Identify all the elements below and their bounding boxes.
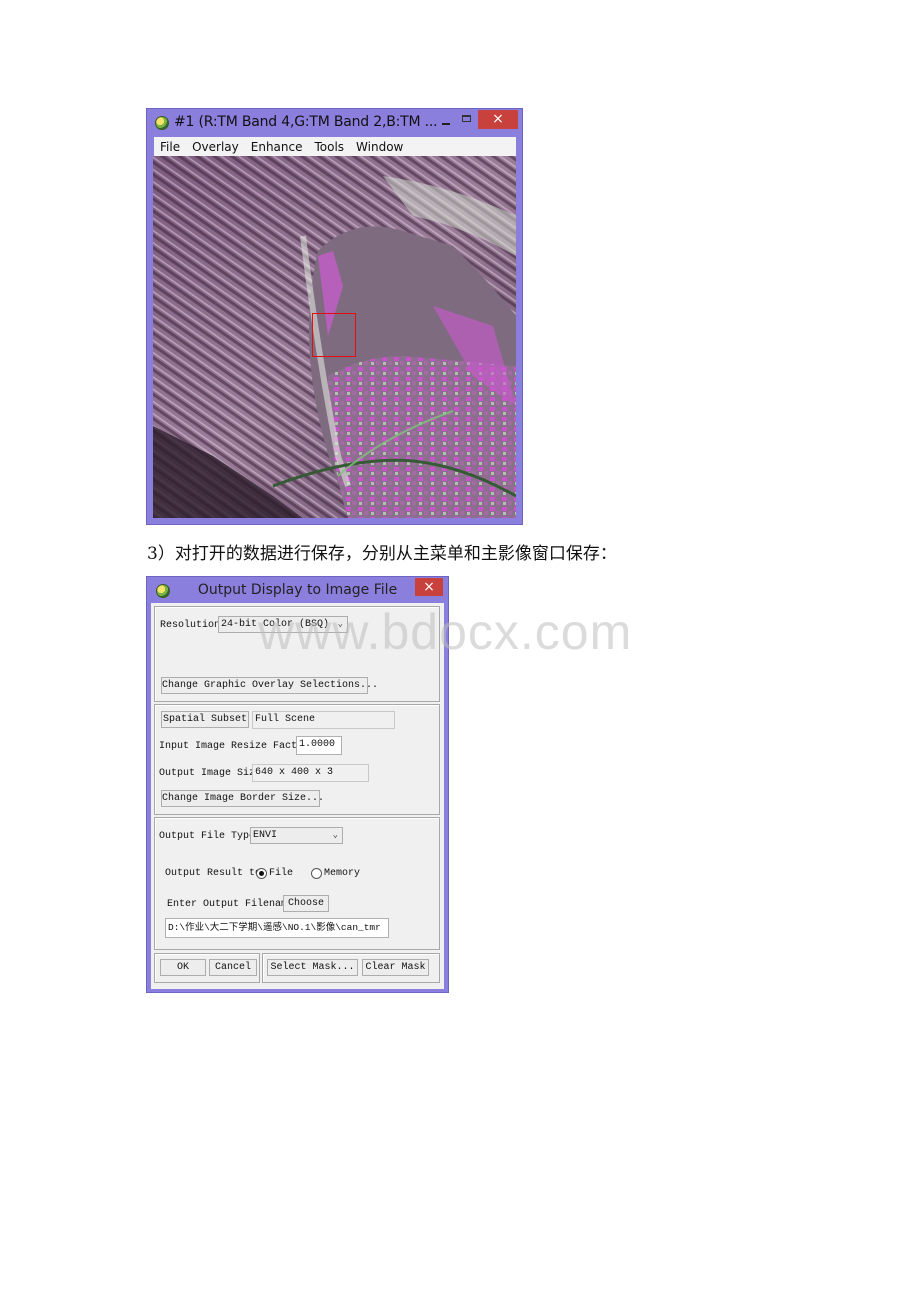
change-border-size-button[interactable]: Change Image Border Size... — [161, 790, 324, 807]
cancel-button[interactable]: Cancel — [209, 959, 257, 976]
output-display-dialog: Output Display to Image File × Resolutio… — [146, 576, 449, 993]
subset-panel: Spatial Subset Full Scene Input Image Re… — [154, 704, 440, 815]
output-size-label: Output Image Size — [159, 768, 262, 779]
ok-cancel-group: OK Cancel — [154, 953, 260, 983]
clear-mask-button[interactable]: Clear Mask — [362, 959, 429, 976]
chevron-down-icon: ⌄ — [332, 830, 338, 840]
close-button[interactable]: × — [415, 578, 443, 596]
resolution-select[interactable]: 24-bit Color (BSQ) ⌄ — [218, 616, 348, 633]
file-type-label: Output File Type — [159, 831, 256, 842]
select-mask-button[interactable]: Select Mask... — [267, 959, 358, 976]
file-type-select[interactable]: ENVI ⌄ — [250, 827, 343, 844]
file-type-value: ENVI — [253, 830, 278, 841]
choose-button[interactable]: Choose — [283, 895, 329, 912]
chevron-down-icon: ⌄ — [337, 619, 343, 629]
ok-button[interactable]: OK — [160, 959, 206, 976]
menu-enhance[interactable]: Enhance — [251, 140, 303, 154]
menu-bar: File Overlay Enhance Tools Window — [154, 137, 516, 156]
radio-file[interactable] — [256, 868, 267, 879]
output-size-field: 640 x 400 x 3 — [252, 764, 369, 782]
window-title: #1 (R:TM Band 4,G:TM Band 2,B:TM ... — [174, 114, 438, 130]
filename-label: Enter Output Filename — [167, 899, 294, 910]
resize-factor-label: Input Image Resize Factor — [159, 741, 310, 752]
menu-window[interactable]: Window — [356, 140, 403, 154]
title-bar[interactable]: #1 (R:TM Band 4,G:TM Band 2,B:TM ... × — [147, 109, 522, 137]
output-result-label: Output Result to — [165, 868, 262, 879]
zoom-box-indicator[interactable] — [312, 313, 356, 357]
image-display-window: #1 (R:TM Band 4,G:TM Band 2,B:TM ... × F… — [146, 108, 523, 525]
menu-file[interactable]: File — [160, 140, 180, 154]
spatial-subset-button[interactable]: Spatial Subset — [161, 711, 249, 728]
radio-file-label[interactable]: File — [269, 868, 293, 879]
output-file-panel: Output File Type ENVI ⌄ Output Result to… — [154, 817, 440, 950]
step-caption: 3）对打开的数据进行保存，分别从主菜单和主影像窗口保存： — [147, 544, 617, 564]
radio-memory-label[interactable]: Memory — [324, 868, 360, 879]
minimize-button[interactable] — [437, 115, 455, 129]
change-graphic-overlay-button[interactable]: Change Graphic Overlay Selections... — [161, 677, 378, 694]
dialog-title: Output Display to Image File — [197, 582, 398, 598]
resolution-panel: Resolution 24-bit Color (BSQ) ⌄ Change G… — [154, 606, 440, 702]
resolution-value: 24-bit Color (BSQ) — [221, 619, 330, 630]
radio-memory[interactable] — [311, 868, 322, 879]
dialog-body: Resolution 24-bit Color (BSQ) ⌄ Change G… — [151, 603, 444, 989]
mask-group: Select Mask... Clear Mask — [262, 953, 440, 983]
spatial-subset-field: Full Scene — [252, 711, 395, 729]
envi-globe-icon — [155, 116, 169, 130]
resolution-label: Resolution — [160, 620, 221, 631]
output-filename-input[interactable]: D:\作业\大二下学期\遥感\NO.1\影像\can_tmr — [165, 918, 389, 938]
close-button[interactable]: × — [478, 110, 518, 129]
satellite-image-view[interactable] — [153, 156, 516, 518]
menu-tools[interactable]: Tools — [314, 140, 344, 154]
menu-overlay[interactable]: Overlay — [192, 140, 239, 154]
maximize-button[interactable] — [458, 113, 476, 127]
resize-factor-input[interactable]: 1.0000 — [296, 736, 342, 755]
